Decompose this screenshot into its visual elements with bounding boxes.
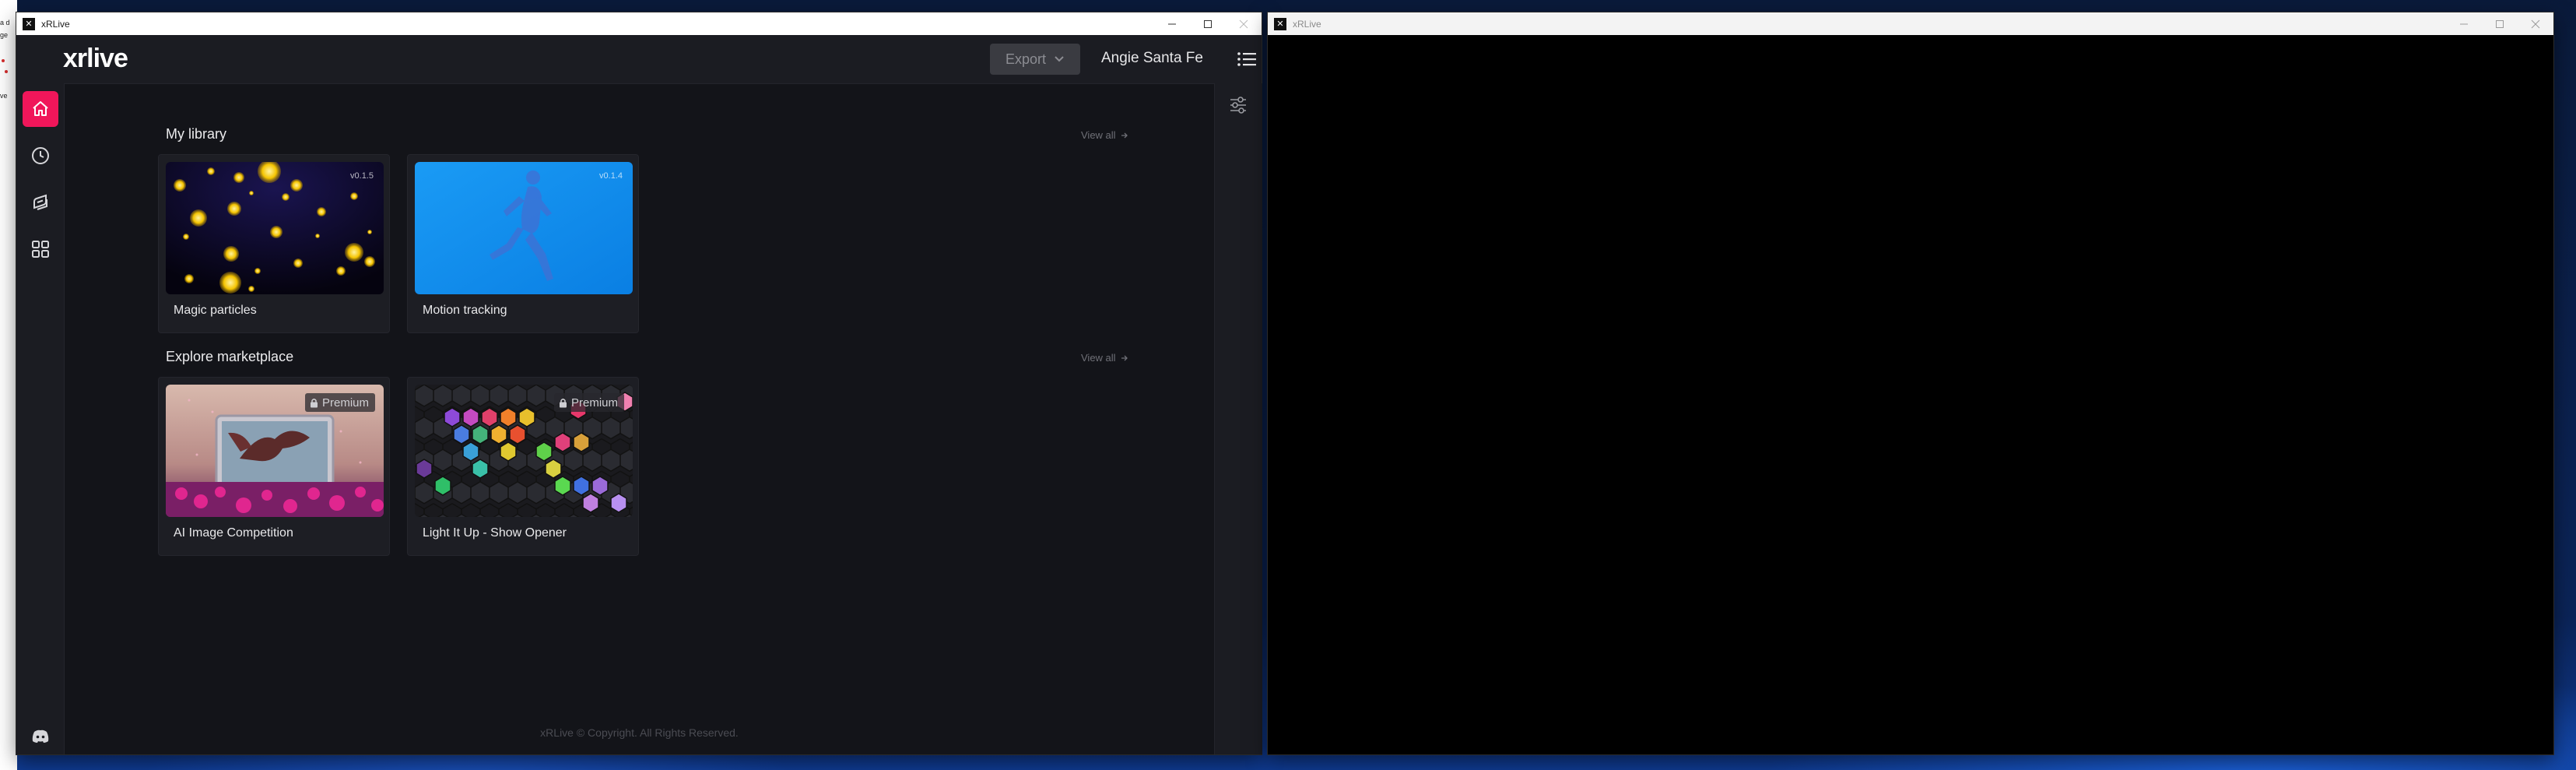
card-title: Motion tracking: [423, 304, 507, 317]
marketplace-card-light-it-up[interactable]: Premium Light It Up - Show Opener: [407, 377, 639, 556]
window-title: xRLive: [41, 18, 70, 30]
sidebar: [16, 83, 65, 754]
edge-fragment: a d: [0, 19, 10, 26]
close-button[interactable]: [1226, 12, 1262, 35]
edge-dot: [2, 59, 5, 62]
library-card-motion-tracking[interactable]: v0.1.4 Motion tracking: [407, 154, 639, 333]
arrow-right-icon: [1121, 132, 1128, 138]
sidebar-item-history[interactable]: [23, 138, 58, 174]
card-thumbnail: [415, 162, 633, 294]
app-root: xrlive Export Angie Santa Fe My library …: [16, 35, 1262, 754]
library-view-all-link[interactable]: View all: [1081, 129, 1128, 141]
edge-dot: [5, 70, 8, 73]
second-titlebar[interactable]: ✕ xRLive: [1268, 12, 2553, 35]
export-label: Export: [1005, 51, 1047, 67]
maximize-icon: [1204, 19, 1212, 28]
desktop-edge: a d ge ve: [0, 0, 17, 770]
premium-badge: Premium: [553, 393, 624, 412]
top-bar: xrlive Export Angie Santa Fe: [16, 35, 1262, 84]
card-title: AI Image Competition: [174, 526, 293, 540]
window-controls: [2446, 12, 2553, 35]
second-window: ✕ xRLive: [1268, 12, 2553, 754]
grid-icon: [32, 241, 49, 258]
app-icon: ✕: [23, 17, 35, 30]
minimize-icon: [2460, 23, 2468, 24]
minimize-icon: [1168, 23, 1176, 24]
minimize-button[interactable]: [2446, 12, 2482, 35]
marketplace-title: Explore marketplace: [166, 349, 294, 364]
close-icon: [1239, 19, 1248, 28]
discord-icon: [32, 730, 49, 743]
premium-label: Premium: [570, 396, 618, 410]
home-icon: [33, 101, 48, 116]
close-icon: [2531, 19, 2540, 28]
version-badge: v0.1.5: [350, 171, 374, 181]
window-controls: [1154, 12, 1262, 35]
sidebar-item-marketplace[interactable]: [23, 185, 58, 220]
export-button[interactable]: Export: [990, 44, 1080, 75]
app-logo[interactable]: xrlive: [63, 44, 128, 74]
edge-fragment: ge: [0, 31, 9, 39]
menu-list-icon[interactable]: [1236, 48, 1258, 70]
card-title: Magic particles: [174, 304, 257, 317]
lock-icon: [559, 398, 567, 407]
lock-icon: [310, 398, 318, 407]
maximize-button[interactable]: [2482, 12, 2518, 35]
version-badge: v0.1.4: [599, 171, 623, 181]
app-icon: ✕: [1274, 17, 1286, 30]
layers-icon: [33, 194, 47, 210]
sliders-icon[interactable]: [1228, 95, 1248, 115]
motion-tracking-image: [415, 162, 633, 294]
view-all-label: View all: [1081, 129, 1116, 141]
chevron-down-icon: [1055, 56, 1064, 62]
marketplace-view-all-link[interactable]: View all: [1081, 352, 1128, 364]
window-title: xRLive: [1293, 18, 1321, 30]
arrow-right-icon: [1121, 355, 1128, 360]
premium-label: Premium: [321, 396, 369, 410]
user-name[interactable]: Angie Santa Fe: [1101, 50, 1203, 67]
library-card-magic-particles[interactable]: v0.1.5 Magic particles: [158, 154, 390, 333]
premium-badge: Premium: [304, 393, 375, 412]
output-canvas: [1268, 35, 2553, 754]
clock-icon: [32, 147, 49, 164]
library-title: My library: [166, 126, 227, 142]
footer-copyright: xRLive © Copyright. All Rights Reserved.: [540, 726, 739, 739]
sidebar-item-home[interactable]: [23, 91, 58, 127]
main-window: ✕ xRLive xrlive Export Angie Santa Fe My…: [16, 12, 1262, 754]
main-titlebar[interactable]: ✕ xRLive: [16, 12, 1262, 35]
right-panel: [1214, 83, 1262, 754]
card-thumbnail: [166, 162, 384, 294]
view-all-label: View all: [1081, 352, 1116, 364]
card-title: Light It Up - Show Opener: [423, 526, 567, 540]
minimize-button[interactable]: [1154, 12, 1190, 35]
close-button[interactable]: [2518, 12, 2553, 35]
marketplace-card-ai-image-competition[interactable]: Premium AI Image Competition: [158, 377, 390, 556]
edge-fragment: ve: [0, 92, 8, 100]
sidebar-item-apps[interactable]: [23, 231, 58, 267]
main-content: My library View all v0.1.5 Magic particl…: [65, 83, 1214, 754]
maximize-button[interactable]: [1190, 12, 1226, 35]
particles-image: [166, 162, 384, 294]
sidebar-item-discord[interactable]: [23, 719, 58, 754]
maximize-icon: [2496, 19, 2504, 28]
